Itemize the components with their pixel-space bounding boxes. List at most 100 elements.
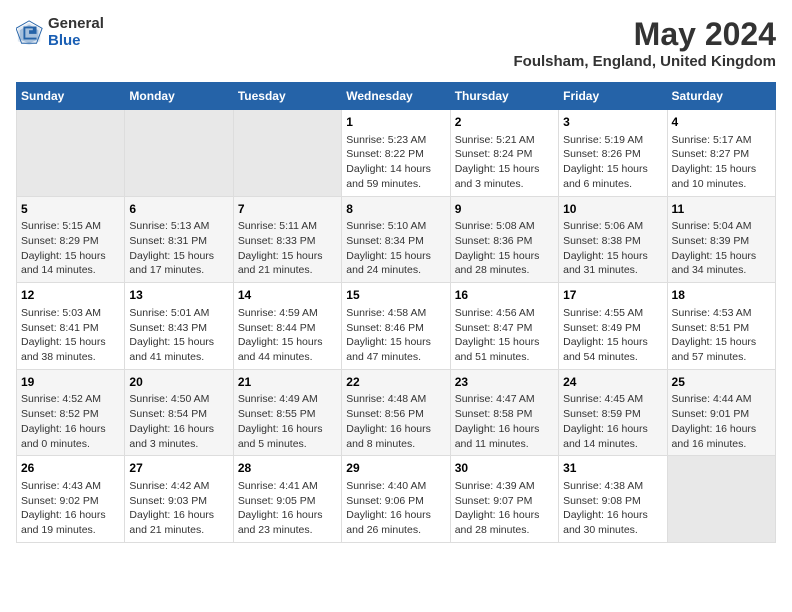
day-info: Sunrise: 5:23 AM (346, 133, 445, 148)
day-info: and 19 minutes. (21, 523, 120, 538)
day-info: Sunrise: 4:55 AM (563, 306, 662, 321)
day-info: Sunrise: 5:11 AM (238, 219, 337, 234)
day-number: 9 (455, 201, 554, 218)
day-info: Sunset: 8:33 PM (238, 234, 337, 249)
day-info: and 5 minutes. (238, 437, 337, 452)
day-number: 20 (129, 374, 228, 391)
day-info: Sunrise: 5:10 AM (346, 219, 445, 234)
day-info: Sunset: 9:02 PM (21, 494, 120, 509)
day-info: Sunset: 9:01 PM (672, 407, 771, 422)
day-info: Sunrise: 5:04 AM (672, 219, 771, 234)
day-number: 26 (21, 460, 120, 477)
day-number: 13 (129, 287, 228, 304)
day-info: Daylight: 15 hours (455, 335, 554, 350)
calendar-cell: 31Sunrise: 4:38 AMSunset: 9:08 PMDayligh… (559, 456, 667, 543)
header-wednesday: Wednesday (342, 83, 450, 110)
day-info: Sunrise: 5:08 AM (455, 219, 554, 234)
calendar-cell: 20Sunrise: 4:50 AMSunset: 8:54 PMDayligh… (125, 369, 233, 456)
day-info: and 47 minutes. (346, 350, 445, 365)
calendar-cell: 28Sunrise: 4:41 AMSunset: 9:05 PMDayligh… (233, 456, 341, 543)
day-info: Daylight: 16 hours (21, 508, 120, 523)
calendar-week-row: 1Sunrise: 5:23 AMSunset: 8:22 PMDaylight… (17, 110, 776, 197)
day-info: Sunrise: 5:13 AM (129, 219, 228, 234)
day-info: Daylight: 15 hours (672, 249, 771, 264)
day-info: Sunrise: 5:01 AM (129, 306, 228, 321)
day-info: Sunset: 8:24 PM (455, 147, 554, 162)
day-number: 11 (672, 201, 771, 218)
calendar-cell: 25Sunrise: 4:44 AMSunset: 9:01 PMDayligh… (667, 369, 775, 456)
day-info: and 38 minutes. (21, 350, 120, 365)
day-info: Daylight: 14 hours (346, 162, 445, 177)
day-info: Sunset: 8:49 PM (563, 321, 662, 336)
day-info: and 57 minutes. (672, 350, 771, 365)
day-info: Sunset: 8:52 PM (21, 407, 120, 422)
day-info: Daylight: 16 hours (672, 422, 771, 437)
day-number: 4 (672, 114, 771, 131)
day-info: Daylight: 16 hours (129, 422, 228, 437)
day-info: Daylight: 15 hours (455, 162, 554, 177)
day-info: Sunset: 8:27 PM (672, 147, 771, 162)
day-info: and 3 minutes. (455, 177, 554, 192)
calendar-cell: 16Sunrise: 4:56 AMSunset: 8:47 PMDayligh… (450, 283, 558, 370)
calendar-cell: 27Sunrise: 4:42 AMSunset: 9:03 PMDayligh… (125, 456, 233, 543)
day-info: Sunset: 9:08 PM (563, 494, 662, 509)
day-info: Sunrise: 5:15 AM (21, 219, 120, 234)
day-info: Daylight: 15 hours (346, 249, 445, 264)
day-info: Daylight: 15 hours (672, 335, 771, 350)
day-info: Daylight: 15 hours (129, 249, 228, 264)
calendar-cell: 10Sunrise: 5:06 AMSunset: 8:38 PMDayligh… (559, 196, 667, 283)
day-info: Daylight: 15 hours (455, 249, 554, 264)
day-info: Sunrise: 4:44 AM (672, 392, 771, 407)
day-info: and 23 minutes. (238, 523, 337, 538)
calendar-table: SundayMondayTuesdayWednesdayThursdayFrid… (16, 82, 776, 543)
day-number: 3 (563, 114, 662, 131)
day-info: and 14 minutes. (563, 437, 662, 452)
calendar-cell (125, 110, 233, 197)
day-info: and 11 minutes. (455, 437, 554, 452)
day-info: Sunrise: 5:17 AM (672, 133, 771, 148)
calendar-cell (17, 110, 125, 197)
day-info: Sunset: 8:59 PM (563, 407, 662, 422)
day-info: and 28 minutes. (455, 263, 554, 278)
day-info: Sunrise: 5:21 AM (455, 133, 554, 148)
day-number: 10 (563, 201, 662, 218)
day-info: and 34 minutes. (672, 263, 771, 278)
header-thursday: Thursday (450, 83, 558, 110)
calendar-week-row: 5Sunrise: 5:15 AMSunset: 8:29 PMDaylight… (17, 196, 776, 283)
calendar-cell: 6Sunrise: 5:13 AMSunset: 8:31 PMDaylight… (125, 196, 233, 283)
day-info: Sunset: 8:54 PM (129, 407, 228, 422)
day-number: 6 (129, 201, 228, 218)
day-info: and 8 minutes. (346, 437, 445, 452)
day-number: 24 (563, 374, 662, 391)
page-subtitle: Foulsham, England, United Kingdom (514, 53, 777, 70)
day-info: Sunset: 9:03 PM (129, 494, 228, 509)
calendar-cell: 12Sunrise: 5:03 AMSunset: 8:41 PMDayligh… (17, 283, 125, 370)
calendar-cell: 14Sunrise: 4:59 AMSunset: 8:44 PMDayligh… (233, 283, 341, 370)
header-saturday: Saturday (667, 83, 775, 110)
header-sunday: Sunday (17, 83, 125, 110)
calendar-cell: 8Sunrise: 5:10 AMSunset: 8:34 PMDaylight… (342, 196, 450, 283)
day-info: Sunset: 8:29 PM (21, 234, 120, 249)
day-number: 23 (455, 374, 554, 391)
day-number: 14 (238, 287, 337, 304)
logo-blue: Blue (48, 33, 104, 50)
day-info: Sunset: 8:38 PM (563, 234, 662, 249)
day-info: Sunset: 8:31 PM (129, 234, 228, 249)
day-info: and 10 minutes. (672, 177, 771, 192)
day-info: Sunrise: 4:50 AM (129, 392, 228, 407)
logo-general: General (48, 16, 104, 33)
day-number: 12 (21, 287, 120, 304)
header-row: SundayMondayTuesdayWednesdayThursdayFrid… (17, 83, 776, 110)
day-info: Sunrise: 4:58 AM (346, 306, 445, 321)
day-info: Sunrise: 4:48 AM (346, 392, 445, 407)
day-number: 16 (455, 287, 554, 304)
day-info: Sunrise: 4:59 AM (238, 306, 337, 321)
day-info: and 54 minutes. (563, 350, 662, 365)
day-info: and 17 minutes. (129, 263, 228, 278)
calendar-cell: 9Sunrise: 5:08 AMSunset: 8:36 PMDaylight… (450, 196, 558, 283)
header-monday: Monday (125, 83, 233, 110)
day-info: and 51 minutes. (455, 350, 554, 365)
day-info: and 6 minutes. (563, 177, 662, 192)
calendar-cell (667, 456, 775, 543)
day-number: 8 (346, 201, 445, 218)
